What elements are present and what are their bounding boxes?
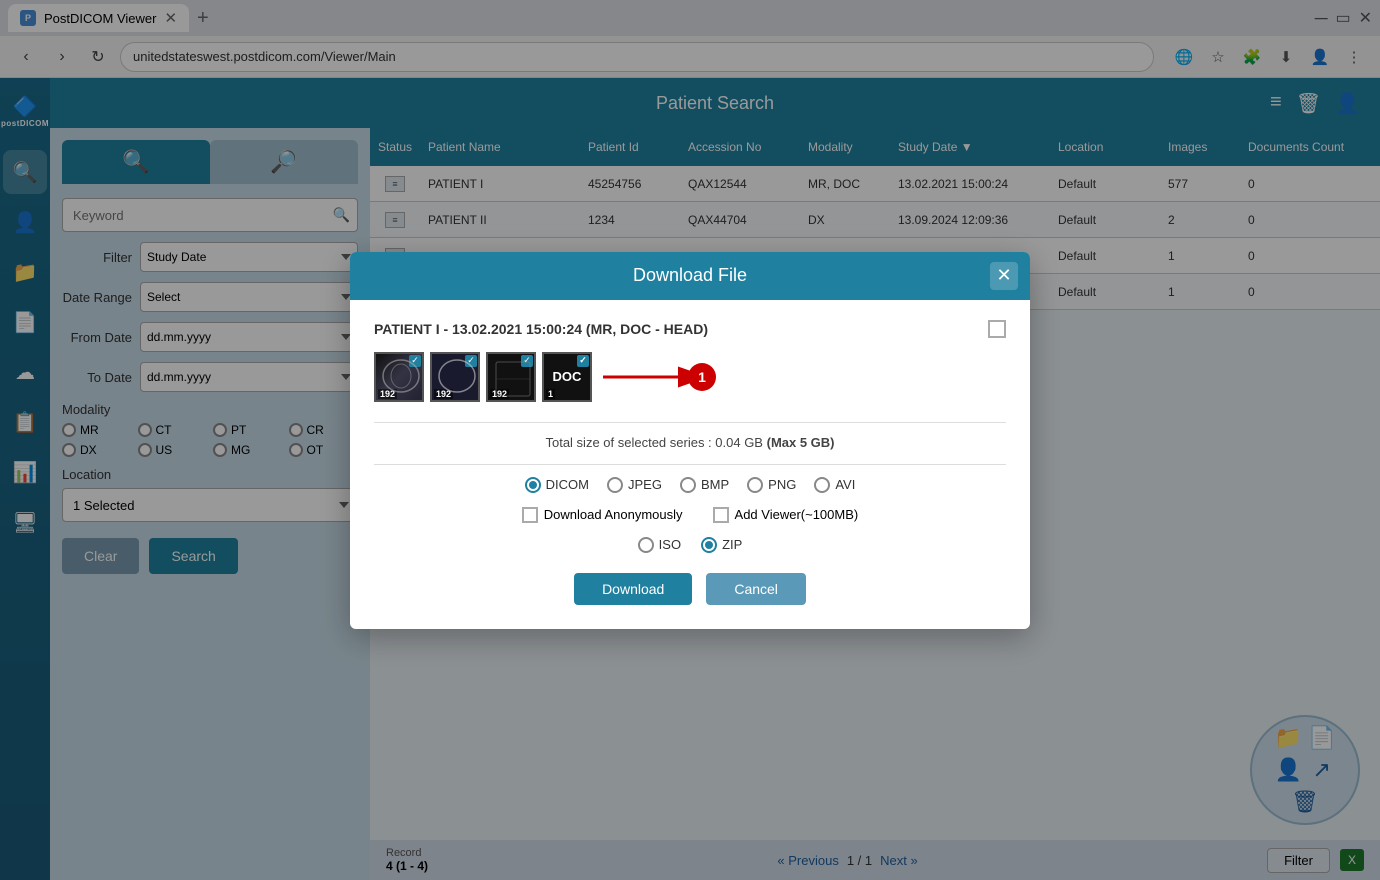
series-thumb-4[interactable]: ✓ 1 DOC (542, 352, 592, 402)
modal-header: Download File ✕ (350, 252, 1030, 300)
archive-iso-radio[interactable] (638, 537, 654, 553)
format-png[interactable]: PNG (747, 477, 796, 493)
series-thumb-4-num: 1 (546, 389, 555, 399)
format-jpeg[interactable]: JPEG (607, 477, 662, 493)
format-bmp-radio[interactable] (680, 477, 696, 493)
modal-divider-1 (374, 422, 1006, 423)
format-jpeg-label: JPEG (628, 477, 662, 492)
doc-thumb-label: DOC (553, 369, 582, 384)
series-thumb-1[interactable]: ✓ 192 (374, 352, 424, 402)
series-row: ✓ 192 ✓ 192 ✓ (374, 352, 1006, 402)
archive-iso[interactable]: ISO (638, 537, 681, 553)
download-modal: Download File ✕ PATIENT I - 13.02.2021 1… (350, 252, 1030, 629)
modal-buttons: Download Cancel (374, 573, 1006, 609)
series-arrow-icon (598, 362, 698, 392)
size-text: Total size of selected series : 0.04 GB (545, 435, 763, 450)
format-avi-label: AVI (835, 477, 855, 492)
size-max: (Max 5 GB) (767, 435, 835, 450)
format-row: DICOM JPEG BMP PNG AVI (374, 477, 1006, 493)
anon-label: Download Anonymously (544, 507, 683, 522)
format-dicom[interactable]: DICOM (525, 477, 589, 493)
archive-iso-label: ISO (659, 537, 681, 552)
format-bmp-label: BMP (701, 477, 729, 492)
archive-row: ISO ZIP (374, 537, 1006, 553)
modal-patient-info: PATIENT I - 13.02.2021 15:00:24 (MR, DOC… (374, 321, 708, 337)
modal-title: Download File (633, 265, 747, 286)
modal-close-button[interactable]: ✕ (990, 262, 1018, 290)
checkbox-row: Download Anonymously Add Viewer(~100MB) (374, 507, 1006, 523)
cancel-button[interactable]: Cancel (706, 573, 806, 605)
modal-patient-row: PATIENT I - 13.02.2021 15:00:24 (MR, DOC… (374, 320, 1006, 338)
format-png-radio[interactable] (747, 477, 763, 493)
series-badge: 1 (688, 363, 716, 391)
viewer-checkbox[interactable]: Add Viewer(~100MB) (713, 507, 859, 523)
viewer-label: Add Viewer(~100MB) (735, 507, 859, 522)
archive-zip[interactable]: ZIP (701, 537, 742, 553)
format-png-label: PNG (768, 477, 796, 492)
modal-select-all-checkbox[interactable] (988, 320, 1006, 338)
archive-zip-label: ZIP (722, 537, 742, 552)
size-info: Total size of selected series : 0.04 GB … (374, 435, 1006, 450)
format-dicom-radio[interactable] (525, 477, 541, 493)
format-dicom-label: DICOM (546, 477, 589, 492)
format-bmp[interactable]: BMP (680, 477, 729, 493)
modal-divider-2 (374, 464, 1006, 465)
format-jpeg-radio[interactable] (607, 477, 623, 493)
anon-cb-box[interactable] (522, 507, 538, 523)
series-thumb-2[interactable]: ✓ 192 (430, 352, 480, 402)
series-thumb-4-check[interactable]: ✓ (577, 355, 589, 367)
format-avi-radio[interactable] (814, 477, 830, 493)
archive-zip-radio[interactable] (701, 537, 717, 553)
download-button[interactable]: Download (574, 573, 692, 605)
series-thumb-3[interactable]: ✓ 192 (486, 352, 536, 402)
anon-checkbox[interactable]: Download Anonymously (522, 507, 683, 523)
modal-overlay[interactable]: Download File ✕ PATIENT I - 13.02.2021 1… (0, 0, 1380, 880)
format-avi[interactable]: AVI (814, 477, 855, 493)
modal-body: PATIENT I - 13.02.2021 15:00:24 (MR, DOC… (350, 300, 1030, 629)
series-arrow-wrapper: 1 (598, 362, 716, 392)
viewer-cb-box[interactable] (713, 507, 729, 523)
